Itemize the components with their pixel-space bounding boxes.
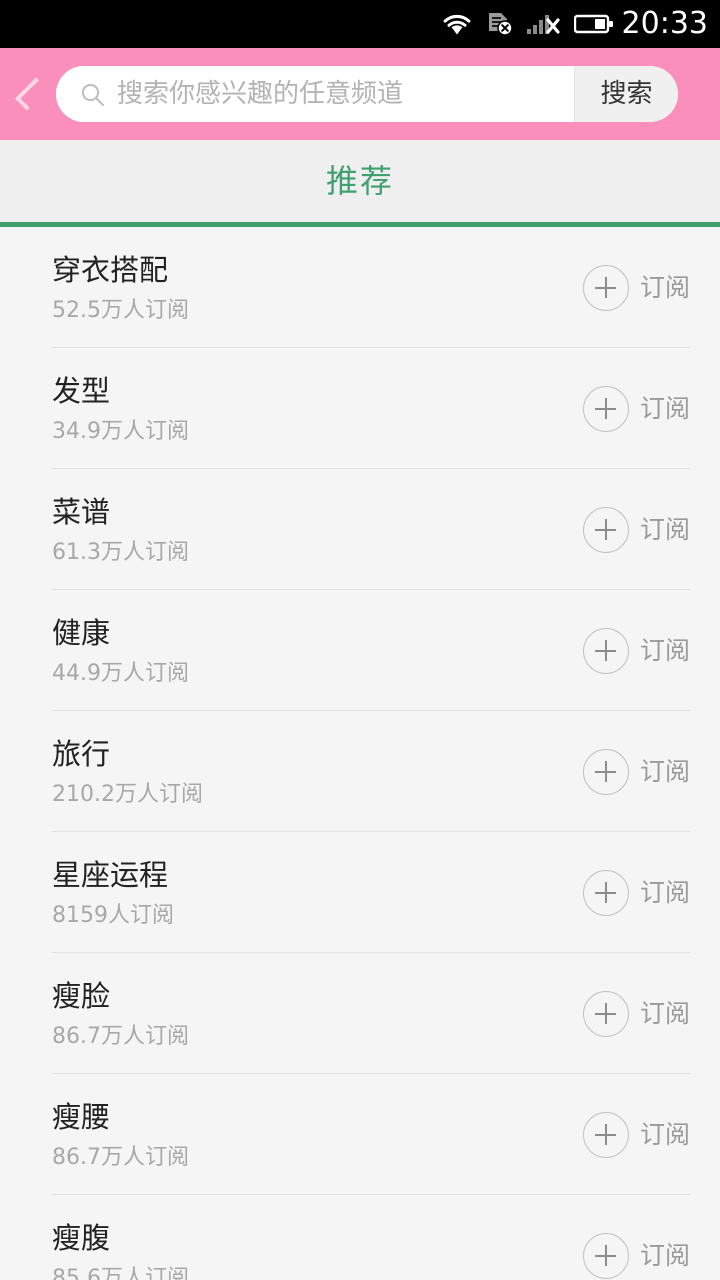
channel-row[interactable]: 穿衣搭配 52.5万人订阅 订阅 <box>0 227 720 348</box>
plus-icon <box>582 1232 629 1279</box>
channel-subscriber-count: 86.7万人订阅 <box>52 1145 189 1170</box>
channel-subscriber-count: 61.3万人订阅 <box>52 540 189 565</box>
back-button[interactable] <box>0 48 56 140</box>
plus-icon <box>582 385 629 432</box>
page-title: 推荐 <box>325 162 394 200</box>
channel-subscriber-count: 210.2万人订阅 <box>52 782 203 807</box>
subscribe-label: 订阅 <box>639 1241 690 1270</box>
channel-row[interactable]: 瘦腹 85.6万人订阅 订阅 <box>0 1195 720 1280</box>
subscribe-button[interactable]: 订阅 <box>575 506 690 553</box>
channel-name: 星座运程 <box>52 858 169 892</box>
search-input-placeholder: 搜索你感兴趣的任意频道 <box>117 79 404 109</box>
channel-info: 旅行 210.2万人订阅 <box>52 735 575 808</box>
plus-icon <box>582 869 629 916</box>
subscribe-button[interactable]: 订阅 <box>575 627 690 674</box>
subscribe-label: 订阅 <box>639 394 690 423</box>
plus-icon <box>582 264 629 311</box>
channel-row[interactable]: 旅行 210.2万人订阅 订阅 <box>0 711 720 832</box>
wifi-icon <box>443 14 470 35</box>
battery-icon <box>573 14 613 34</box>
channel-subscriber-count: 86.7万人订阅 <box>52 1024 189 1049</box>
channel-row[interactable]: 菜谱 61.3万人订阅 订阅 <box>0 469 720 590</box>
subscribe-button[interactable]: 订阅 <box>575 990 690 1037</box>
channel-name: 瘦腰 <box>52 1100 111 1134</box>
subscribe-label: 订阅 <box>639 1120 690 1149</box>
section-header: 推荐 <box>0 140 720 222</box>
plus-icon <box>582 990 629 1037</box>
search-button[interactable]: 搜索 <box>574 66 678 122</box>
channel-name: 菜谱 <box>52 495 111 529</box>
subscribe-button[interactable]: 订阅 <box>575 748 690 795</box>
channel-info: 健康 44.9万人订阅 <box>52 614 575 687</box>
chevron-left-icon <box>14 77 48 111</box>
channel-row[interactable]: 发型 34.9万人订阅 订阅 <box>0 348 720 469</box>
search-icon <box>81 83 105 106</box>
subscribe-button[interactable]: 订阅 <box>575 264 690 311</box>
channel-subscriber-count: 44.9万人订阅 <box>52 661 189 686</box>
channel-subscriber-count: 8159人订阅 <box>52 903 174 928</box>
sim-card-disabled-icon <box>488 13 513 36</box>
channel-list[interactable]: 穿衣搭配 52.5万人订阅 订阅 发型 34.9万人订阅 订阅 菜谱 61.3万人订阅 订阅 健康… <box>0 227 720 1280</box>
subscribe-button[interactable]: 订阅 <box>575 1111 690 1158</box>
channel-subscriber-count: 85.6万人订阅 <box>52 1266 189 1280</box>
channel-info: 瘦腰 86.7万人订阅 <box>52 1098 575 1171</box>
channel-row[interactable]: 瘦脸 86.7万人订阅 订阅 <box>0 953 720 1074</box>
channel-name: 旅行 <box>52 737 111 771</box>
plus-icon <box>582 748 629 795</box>
search-input[interactable]: 搜索你感兴趣的任意频道 <box>56 66 574 122</box>
subscribe-label: 订阅 <box>639 999 690 1028</box>
subscribe-label: 订阅 <box>639 878 690 907</box>
status-bar-icons <box>441 11 614 37</box>
subscribe-button[interactable]: 订阅 <box>575 869 690 916</box>
channel-subscriber-count: 52.5万人订阅 <box>52 298 189 323</box>
subscribe-button[interactable]: 订阅 <box>575 385 690 432</box>
channel-row[interactable]: 健康 44.9万人订阅 订阅 <box>0 590 720 711</box>
signal-disabled-icon <box>526 15 560 34</box>
status-bar: 20:33 <box>0 0 720 48</box>
channel-info: 星座运程 8159人订阅 <box>52 856 575 929</box>
search-bar: 搜索你感兴趣的任意频道 搜索 <box>56 66 678 122</box>
channel-name: 瘦腹 <box>52 1221 111 1255</box>
channel-subscriber-count: 34.9万人订阅 <box>52 419 189 444</box>
search-button-label: 搜索 <box>600 79 653 109</box>
channel-name: 穿衣搭配 <box>52 253 169 287</box>
subscribe-label: 订阅 <box>639 636 690 665</box>
channel-name: 瘦脸 <box>52 979 111 1013</box>
channel-name: 发型 <box>52 374 111 408</box>
plus-icon <box>582 1111 629 1158</box>
subscribe-button[interactable]: 订阅 <box>575 1232 690 1279</box>
plus-icon <box>582 627 629 674</box>
channel-info: 瘦腹 85.6万人订阅 <box>52 1219 575 1280</box>
subscribe-label: 订阅 <box>639 515 690 544</box>
subscribe-label: 订阅 <box>639 273 690 302</box>
channel-row[interactable]: 瘦腰 86.7万人订阅 订阅 <box>0 1074 720 1195</box>
plus-icon <box>582 506 629 553</box>
status-bar-clock: 20:33 <box>621 5 708 41</box>
subscribe-label: 订阅 <box>639 757 690 786</box>
channel-info: 穿衣搭配 52.5万人订阅 <box>52 251 575 324</box>
channel-info: 瘦脸 86.7万人订阅 <box>52 977 575 1050</box>
channel-info: 发型 34.9万人订阅 <box>52 372 575 445</box>
channel-info: 菜谱 61.3万人订阅 <box>52 493 575 566</box>
channel-name: 健康 <box>52 616 111 650</box>
search-header: 搜索你感兴趣的任意频道 搜索 <box>0 48 720 140</box>
channel-row[interactable]: 星座运程 8159人订阅 订阅 <box>0 832 720 953</box>
